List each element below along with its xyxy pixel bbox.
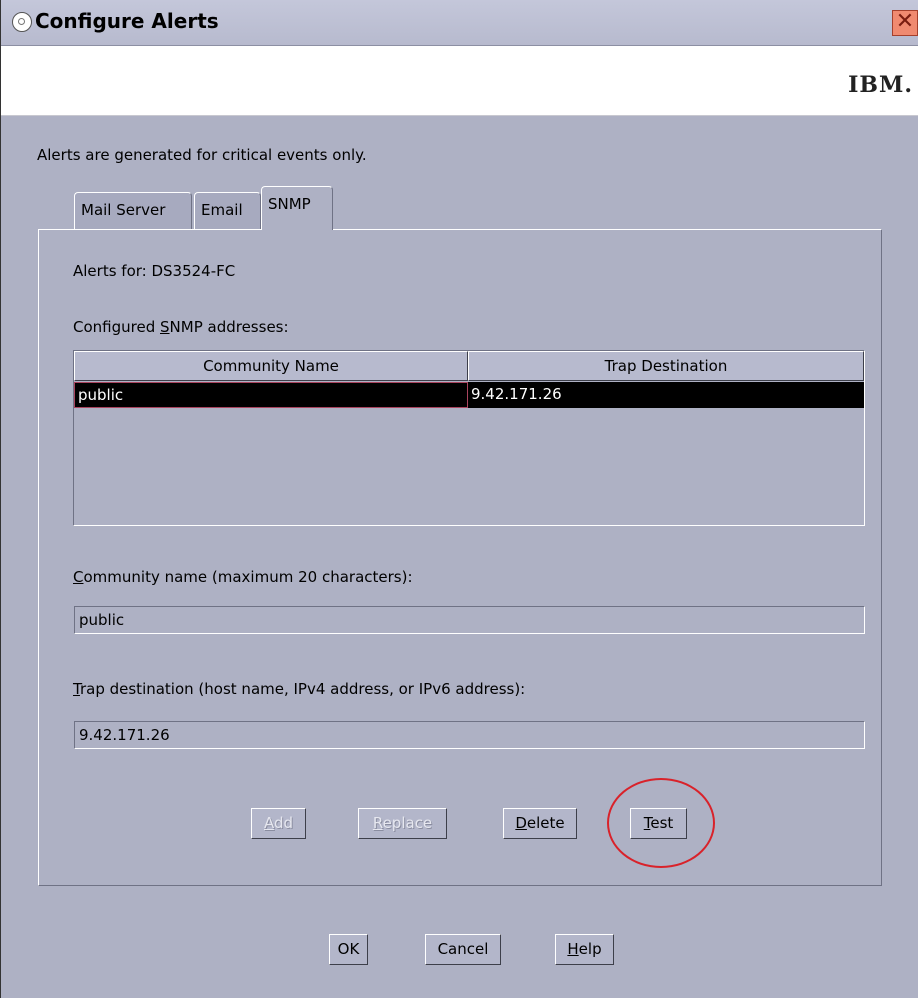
info-text: Alerts are generated for critical events… [37, 146, 367, 164]
trap-destination-label: Trap destination (host name, IPv4 addres… [73, 680, 526, 698]
snmp-address-table: Community Name Trap Destination public 9… [73, 350, 865, 526]
trap-destination-input[interactable]: 9.42.171.26 [74, 721, 865, 749]
java-app-icon [12, 12, 32, 32]
ibm-logo: IBM. [848, 72, 913, 98]
column-header-trap-destination[interactable]: Trap Destination [468, 351, 864, 381]
tab-snmp[interactable]: SNMP [261, 186, 333, 230]
column-header-community-name[interactable]: Community Name [74, 351, 468, 381]
add-button[interactable]: Add [251, 808, 306, 839]
close-button[interactable]: ✕ [892, 10, 918, 36]
cell-community-name[interactable]: public [74, 382, 468, 408]
cell-trap-destination[interactable]: 9.42.171.26 [468, 382, 864, 408]
tab-mail-server[interactable]: Mail Server [74, 192, 192, 230]
community-name-input[interactable]: public [74, 606, 865, 634]
table-row[interactable]: public 9.42.171.26 [74, 382, 864, 408]
brand-banner: IBM. [1, 46, 918, 116]
replace-button[interactable]: Replace [358, 808, 447, 839]
help-button[interactable]: Help [555, 934, 614, 965]
community-name-label: Community name (maximum 20 characters): [73, 568, 413, 586]
ok-button[interactable]: OK [329, 934, 368, 965]
window-title: Configure Alerts [35, 9, 219, 33]
configured-snmp-label: Configured SNMP addresses: [73, 318, 289, 336]
tab-email[interactable]: Email [194, 192, 261, 230]
alerts-for-label: Alerts for: DS3524-FC [73, 262, 236, 280]
cancel-button[interactable]: Cancel [425, 934, 501, 965]
configure-alerts-dialog: Configure Alerts ✕ IBM. Alerts are gener… [0, 0, 918, 998]
delete-button[interactable]: Delete [503, 808, 577, 839]
title-bar: Configure Alerts ✕ [1, 0, 918, 46]
highlight-annotation-circle [607, 778, 715, 868]
